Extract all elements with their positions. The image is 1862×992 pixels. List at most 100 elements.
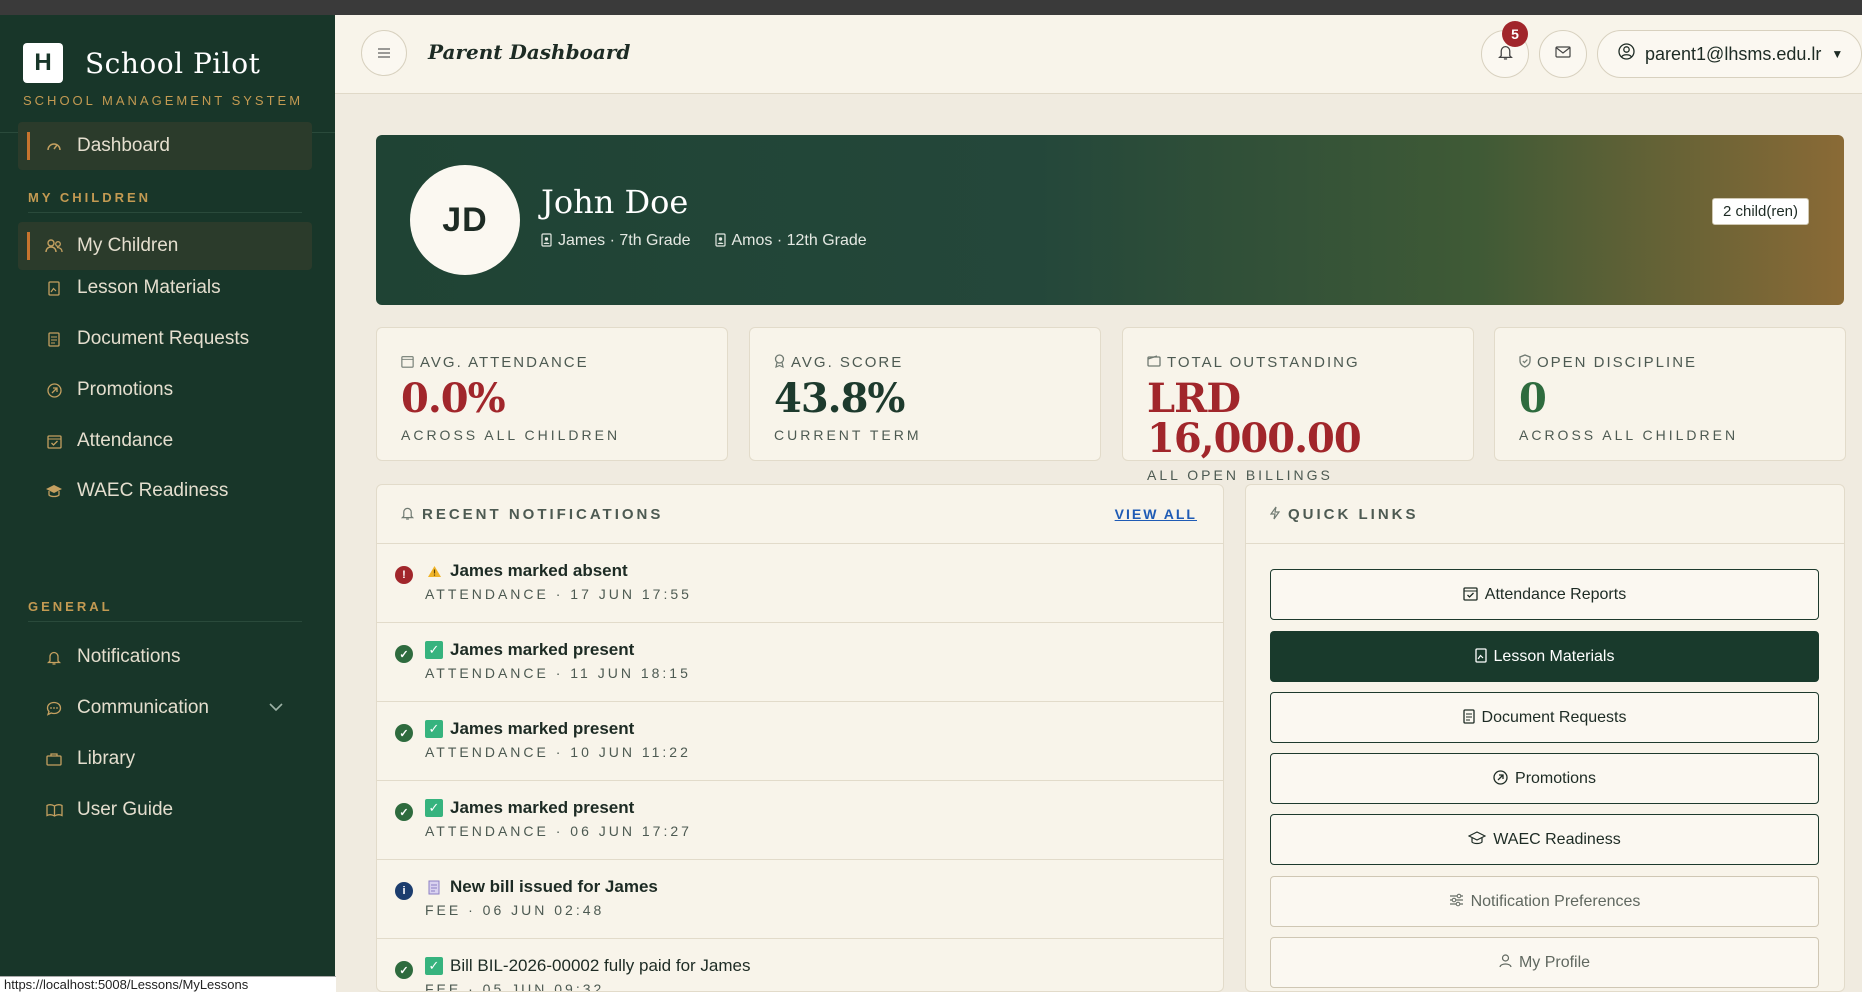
quick-link-promotions[interactable]: Promotions <box>1270 753 1819 804</box>
notification-title: Bill BIL-2026-00002 fully paid for James <box>450 956 751 975</box>
messages-button[interactable] <box>1539 30 1587 78</box>
sidebar-item-attendance[interactable]: Attendance <box>18 417 312 465</box>
child-label: Amos · 12th Grade <box>731 232 867 249</box>
user-email: parent1@lhsms.edu.lr <box>1645 43 1822 64</box>
child-label: James · 7th Grade <box>558 232 691 249</box>
people-icon <box>43 239 65 253</box>
briefcase-icon <box>43 752 65 766</box>
sidebar-item-dashboard[interactable]: Dashboard <box>18 122 312 170</box>
brand-logo[interactable]: H <box>23 43 63 83</box>
section-label-general: GENERAL <box>28 599 113 614</box>
chat-icon <box>43 701 65 716</box>
avatar: JD <box>410 165 520 275</box>
person-icon <box>1499 954 1512 971</box>
alert-icon: ! <box>395 566 413 584</box>
notification-title: James marked absent <box>450 561 628 580</box>
children-count-badge: 2 child(ren) <box>1711 198 1809 225</box>
stat-label: TOTAL OUTSTANDING <box>1167 354 1360 371</box>
quick-link-waec-readiness[interactable]: WAEC Readiness <box>1270 814 1819 865</box>
person-badge-icon <box>714 232 726 250</box>
sidebar: H School Pilot SCHOOL MANAGEMENT SYSTEM … <box>0 15 335 992</box>
stat-label: AVG. ATTENDANCE <box>420 354 589 371</box>
checkbox-icon: ✓ <box>425 720 443 738</box>
calendar-icon <box>401 355 414 371</box>
quick-link-lesson-materials[interactable]: Lesson Materials <box>1270 631 1819 682</box>
sliders-icon <box>1449 893 1464 910</box>
warning-icon <box>425 562 443 580</box>
brand-name[interactable]: School Pilot <box>85 47 260 80</box>
brand: H School Pilot SCHOOL MANAGEMENT SYSTEM <box>0 15 335 133</box>
speedometer-icon <box>43 139 65 153</box>
section-label-my-children: MY CHILDREN <box>28 190 152 205</box>
stat-label: OPEN DISCIPLINE <box>1537 354 1698 371</box>
menu-toggle-button[interactable] <box>361 30 407 76</box>
notification-count-badge: 5 <box>1502 21 1528 47</box>
page-title: Parent Dashboard <box>428 40 631 64</box>
browser-top-strip <box>0 0 1862 15</box>
quick-link-attendance-reports[interactable]: Attendance Reports <box>1270 569 1819 620</box>
quick-link-document-requests[interactable]: Document Requests <box>1270 692 1819 743</box>
sidebar-item-waec-readiness[interactable]: WAEC Readiness <box>18 467 312 515</box>
stat-card-outstanding: TOTAL OUTSTANDING LRD 16,000.00 ALL OPEN… <box>1122 327 1474 483</box>
sidebar-item-label: Promotions <box>77 379 174 400</box>
child-chip[interactable]: James · 7th Grade <box>541 232 691 250</box>
stat-label: AVG. SCORE <box>791 354 904 371</box>
parent-hero-card: JD John Doe James · 7th Grade Amos · 12t… <box>376 135 1844 305</box>
notification-item[interactable]: ! James marked absent ATTENDANCE · 17 JU… <box>377 544 1223 623</box>
chevron-down-icon[interactable] <box>268 699 284 717</box>
sidebar-item-my-children[interactable]: My Children <box>18 222 312 270</box>
sidebar-item-document-requests[interactable]: Document Requests <box>18 315 312 363</box>
notification-title: New bill issued for James <box>450 877 658 896</box>
lightning-icon <box>1269 506 1281 523</box>
receipt-icon <box>425 878 443 896</box>
sidebar-item-label: Communication <box>77 697 209 718</box>
file-image-icon <box>43 280 65 296</box>
stat-value: 0 <box>1519 375 1547 422</box>
notification-item[interactable]: i New bill issued for James FEE · 06 JUN… <box>377 860 1223 939</box>
panel-header: RECENT NOTIFICATIONS <box>377 485 1223 544</box>
notification-item[interactable]: ✓ ✓ James marked present ATTENDANCE · 06… <box>377 781 1223 860</box>
sidebar-item-label: User Guide <box>77 799 174 820</box>
sidebar-item-user-guide[interactable]: User Guide <box>18 786 312 834</box>
hamburger-icon <box>377 43 391 64</box>
quick-link-my-profile[interactable]: My Profile <box>1270 937 1819 988</box>
notification-item[interactable]: ✓ ✓ Bill BIL-2026-00002 fully paid for J… <box>377 939 1223 992</box>
sidebar-item-lesson-materials[interactable]: Lesson Materials <box>18 264 312 312</box>
sidebar-item-label: Attendance <box>77 430 174 451</box>
notifications-button[interactable]: 5 <box>1481 21 1529 78</box>
arrow-up-right-circle-icon <box>43 382 65 398</box>
status-bar-url: https://localhost:5008/Lessons/MyLessons <box>0 976 336 992</box>
sidebar-item-communication[interactable]: Communication <box>18 684 312 732</box>
stat-caption: ACROSS ALL CHILDREN <box>1519 427 1739 443</box>
quick-link-label: Lesson Materials <box>1493 647 1615 665</box>
quick-link-label: WAEC Readiness <box>1493 830 1621 848</box>
notification-meta: ATTENDANCE · 11 JUN 18:15 <box>425 665 691 681</box>
sidebar-item-label: My Children <box>77 235 179 256</box>
quick-link-notification-preferences[interactable]: Notification Preferences <box>1270 876 1819 927</box>
checkbox-icon: ✓ <box>425 641 443 659</box>
child-chip[interactable]: Amos · 12th Grade <box>714 232 867 250</box>
stat-value: LRD 16,000.00 <box>1147 375 1362 462</box>
view-all-link[interactable]: VIEW ALL <box>1115 506 1197 522</box>
check-circle-icon: ✓ <box>395 645 413 663</box>
shield-icon <box>1519 354 1531 371</box>
document-icon <box>1462 708 1475 727</box>
stat-caption: ACROSS ALL CHILDREN <box>401 427 621 443</box>
notification-item[interactable]: ✓ ✓ James marked present ATTENDANCE · 11… <box>377 623 1223 702</box>
sidebar-item-notifications[interactable]: Notifications <box>18 633 312 681</box>
sidebar-item-label: WAEC Readiness <box>77 480 229 501</box>
check-circle-icon: ✓ <box>395 961 413 979</box>
top-header: Parent Dashboard 5 parent1@lhsms.edu.lr … <box>335 15 1862 94</box>
sidebar-item-label: Library <box>77 748 136 769</box>
stat-card-attendance: AVG. ATTENDANCE 0.0% ACROSS ALL CHILDREN <box>376 327 728 461</box>
check-circle-icon: ✓ <box>395 724 413 742</box>
sidebar-item-promotions[interactable]: Promotions <box>18 366 312 414</box>
notification-item[interactable]: ✓ ✓ James marked present ATTENDANCE · 10… <box>377 702 1223 781</box>
notification-meta: FEE · 05 JUN 09:32 <box>425 981 605 992</box>
envelope-icon <box>1555 45 1571 63</box>
panel-title: RECENT NOTIFICATIONS <box>422 505 664 523</box>
children-list: James · 7th Grade Amos · 12th Grade <box>541 232 891 250</box>
sidebar-item-library[interactable]: Library <box>18 735 312 783</box>
user-menu-button[interactable]: parent1@lhsms.edu.lr ▼ <box>1597 30 1862 78</box>
sidebar-item-label: Lesson Materials <box>77 277 221 298</box>
